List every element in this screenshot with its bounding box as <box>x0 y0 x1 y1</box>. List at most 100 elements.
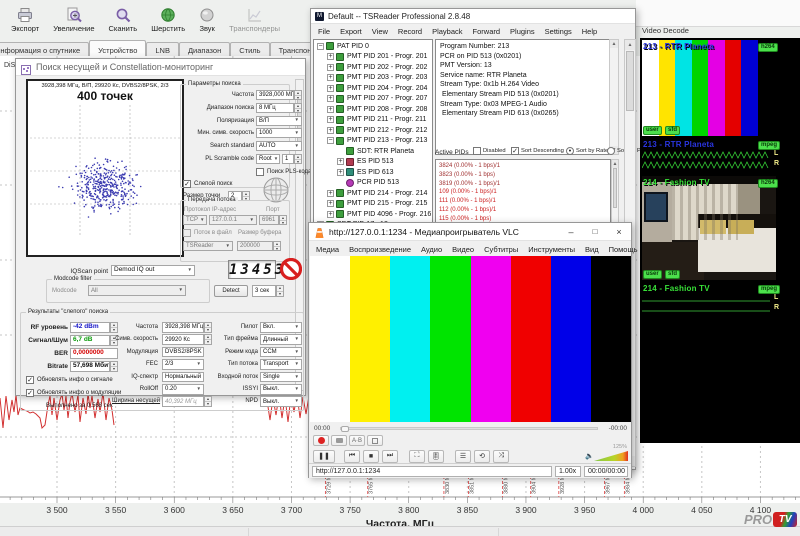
active-pid-item[interactable]: 111 (0.00% - 1 bps)/1 <box>436 197 610 206</box>
expand-icon[interactable]: + <box>327 95 334 102</box>
dropdown[interactable]: AUTO▼ <box>256 141 302 151</box>
vlc-menu-item-2[interactable]: Аудио <box>416 243 447 256</box>
dropdown[interactable]: Выкл.▼ <box>260 396 302 407</box>
spinner-control[interactable]: ▲▼ <box>204 396 212 407</box>
active-pid-item[interactable]: 3824 (0.00% - 1 bps)/1 <box>436 162 610 171</box>
vlc-menu-item-6[interactable]: Вид <box>580 243 604 256</box>
value-field[interactable]: 40,392 МГц <box>162 396 204 407</box>
menu-item-record[interactable]: Record <box>393 25 427 38</box>
value-field[interactable]: 6,7 dB <box>70 335 110 346</box>
toolbar-button-magnifier[interactable]: Сканить <box>102 2 145 38</box>
menu-item-forward[interactable]: Forward <box>468 25 506 38</box>
vlc-menu-item-0[interactable]: Медиа <box>311 243 344 256</box>
vlc-seek-handle[interactable] <box>341 426 349 432</box>
tree-item[interactable]: +PMT PID 203 - Progr. 203 <box>314 73 432 84</box>
vlc-menu-item-1[interactable]: Воспроизведение <box>344 243 416 256</box>
expand-icon[interactable]: + <box>327 116 334 123</box>
scroll-up-icon[interactable]: ▲ <box>610 40 618 48</box>
tab-3[interactable]: Диапазон <box>179 42 230 57</box>
search-dialog-titlebar[interactable]: Поиск несущей и Constellation-мониторинг <box>16 59 305 76</box>
vlc-seek-bar[interactable] <box>340 427 598 430</box>
toolbar-button-chart[interactable]: Транспондеры <box>222 2 287 38</box>
vlc-menu-item-3[interactable]: Видео <box>447 243 479 256</box>
dropdown[interactable]: Вкл.▼ <box>260 322 302 333</box>
value-field[interactable]: -42 dBm <box>70 322 110 333</box>
tree-item[interactable]: +PMT PID 204 - Progr. 204 <box>314 83 432 94</box>
ip-address-dropdown[interactable]: 127.0.0.1▼ <box>209 215 257 225</box>
active-pid-item[interactable]: 109 (0.00% - 1 bps)/1 <box>436 188 610 197</box>
sort-by-pid-radio[interactable] <box>607 147 615 155</box>
vlc-video-area[interactable] <box>310 256 631 422</box>
tree-item[interactable]: PCR PID 513 <box>314 178 432 189</box>
toolbar-button-sphere[interactable]: Звук <box>192 2 222 38</box>
menu-item-view[interactable]: View <box>367 25 393 38</box>
expand-icon[interactable]: + <box>327 106 334 113</box>
toolbar-button-printer[interactable]: Экспорт <box>4 2 46 38</box>
vlc-status-rate[interactable]: 1.00x <box>555 466 581 477</box>
menu-item-help[interactable]: Help <box>577 25 602 38</box>
vlc-menu-item-4[interactable]: Субтитры <box>479 243 523 256</box>
stream-to-file-checkbox[interactable] <box>183 229 191 237</box>
dropdown[interactable]: 2/3▼ <box>162 359 204 370</box>
spin-down-icon[interactable]: ▼ <box>274 247 280 251</box>
scroll-up-icon[interactable]: ▲ <box>612 160 618 168</box>
vlc-menu-item-5[interactable]: Инструменты <box>523 243 580 256</box>
volume-slider[interactable] <box>594 451 628 461</box>
playlist-button[interactable]: ☰ <box>455 450 471 463</box>
expand-icon[interactable]: + <box>327 53 334 60</box>
value-field[interactable]: 8 МГц <box>256 103 294 113</box>
spin-down-icon[interactable]: ▼ <box>295 160 301 164</box>
dropdown[interactable]: DVBS2/8PSK▼ <box>162 347 204 358</box>
tree-item[interactable]: +ES PID 613 <box>314 167 432 178</box>
active-pid-item[interactable]: 112 (0.00% - 1 bps)/1 <box>436 206 610 215</box>
collapse-icon[interactable]: − <box>327 137 334 144</box>
tree-item[interactable]: +PMT PID 201 - Progr. 201 <box>314 52 432 63</box>
expand-icon[interactable]: + <box>327 64 334 71</box>
dropdown[interactable]: Root▼ <box>256 154 280 164</box>
tree-item[interactable]: SDT: RTR Planeta <box>314 146 432 157</box>
modcode-dropdown[interactable]: All▼ <box>88 285 186 296</box>
extended-settings-button[interactable]: 🎚 <box>428 450 444 463</box>
expand-icon[interactable]: + <box>337 158 344 165</box>
stop-icon[interactable] <box>280 258 302 280</box>
spinner-control[interactable]: ▲▼ <box>294 103 302 113</box>
info-panel-scrollbar[interactable]: ▲ ▼ <box>609 39 619 155</box>
value-field[interactable]: 3928,000 МГц <box>256 90 294 100</box>
expand-icon[interactable]: + <box>327 85 334 92</box>
spinner-control[interactable]: ▲▼ <box>273 241 281 251</box>
update-info-checkbox[interactable]: ✓ <box>26 389 34 397</box>
tree-item[interactable]: +PMT PID 215 - Progr. 215 <box>314 199 432 210</box>
disabled-checkbox[interactable] <box>473 147 481 155</box>
expand-icon[interactable]: + <box>337 169 344 176</box>
tree-item[interactable]: +PMT PID 212 - Progr. 212 <box>314 125 432 136</box>
stop-button[interactable]: ■ <box>363 450 379 463</box>
dropdown[interactable]: CCM▼ <box>260 347 302 358</box>
expand-icon[interactable]: + <box>327 190 334 197</box>
expand-icon[interactable]: + <box>327 74 334 81</box>
spin-down-icon[interactable]: ▼ <box>205 340 211 344</box>
video-thumb-213[interactable]: 213 - RTR Planetah264usersfd <box>640 40 800 138</box>
dropdown[interactable]: Нормальный▼ <box>162 372 204 383</box>
minimize-button[interactable]: – <box>559 227 583 237</box>
tree-item[interactable]: +PMT PID 4096 - Progr. 216 <box>314 209 432 220</box>
frame-button[interactable] <box>367 435 383 446</box>
tree-item[interactable]: +PMT PID 211 - Progr. 211 <box>314 115 432 126</box>
tab-4[interactable]: Стиль <box>230 42 269 57</box>
sort-descending-checkbox[interactable]: ✓ <box>511 147 519 155</box>
close-button[interactable]: × <box>607 227 631 237</box>
spin-down-icon[interactable]: ▼ <box>280 221 286 225</box>
tree-item[interactable]: −PAT PID 0 <box>314 41 432 52</box>
tree-item[interactable]: +PMT PID 208 - Progr. 208 <box>314 104 432 115</box>
maximize-button[interactable]: □ <box>583 227 607 237</box>
spinner-control[interactable]: ▲▼ <box>204 334 212 345</box>
spin-down-icon[interactable]: ▼ <box>295 96 301 100</box>
tree-item[interactable]: +ES PID 513 <box>314 157 432 168</box>
dropdown[interactable]: 0.20▼ <box>162 384 204 395</box>
blind-search-checkbox[interactable]: ✓ <box>183 180 191 188</box>
pls-code-checkbox[interactable] <box>256 168 264 176</box>
active-pid-item[interactable]: 3819 (0.00% - 1 bps)/1 <box>436 180 610 189</box>
spin-down-icon[interactable]: ▼ <box>295 109 301 113</box>
dropdown[interactable]: Выкл.▼ <box>260 384 302 395</box>
value-field[interactable]: 57,698 Мбит <box>70 361 110 372</box>
speaker-icon[interactable]: 🔈 <box>585 452 594 460</box>
